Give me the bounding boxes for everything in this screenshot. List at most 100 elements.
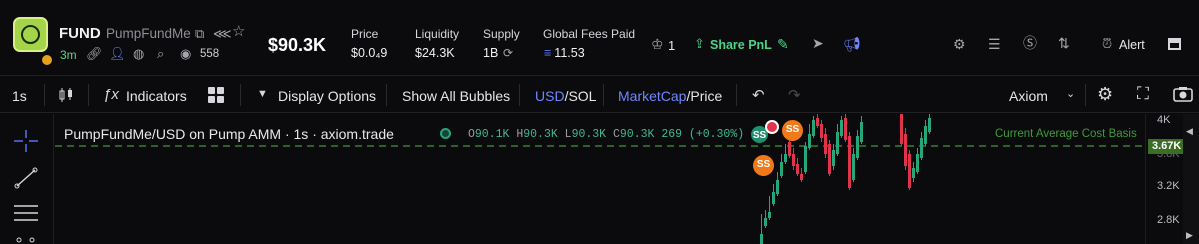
candle-body <box>792 154 795 166</box>
trade-bubble[interactable]: SS <box>782 120 803 141</box>
candle-body <box>816 118 819 126</box>
pin-icon[interactable]: ✎ <box>777 36 789 53</box>
platform-select[interactable]: Axiom <box>1009 88 1048 104</box>
fib-levels-icon[interactable] <box>14 203 38 225</box>
alert-button[interactable]: Alert <box>1119 38 1145 52</box>
telegram-icon[interactable]: ➤ <box>812 36 824 50</box>
camera-icon[interactable] <box>1173 86 1193 102</box>
redo-icon[interactable]: ↷ <box>788 86 801 104</box>
list-icon[interactable]: ☰ <box>988 37 1001 51</box>
candle-body <box>904 134 907 166</box>
share-pnl-icon[interactable]: ⇪ <box>694 36 705 52</box>
candle-body <box>772 192 775 204</box>
caret-down-icon[interactable]: ▼ <box>257 88 268 100</box>
megaphone-icon[interactable]: 📢︎ <box>843 36 861 53</box>
token-ticker: FUND <box>59 25 101 42</box>
function-icon[interactable]: ƒx <box>103 86 119 103</box>
share-icon[interactable]: ⋘ <box>213 27 232 41</box>
crosshair-icon[interactable] <box>14 130 38 152</box>
dollar-icon[interactable]: Ⓢ <box>1023 36 1037 50</box>
trend-line-icon[interactable] <box>14 167 38 189</box>
candle-body <box>852 154 855 180</box>
candle-body <box>764 218 767 226</box>
liquidity-label: Liquidity <box>415 27 460 41</box>
eye-icon: ◉ <box>180 46 192 61</box>
display-options-button[interactable]: Display Options <box>278 88 376 104</box>
crown-icon[interactable]: ♔ <box>651 37 664 51</box>
expand-icon[interactable]: ▶ <box>1186 230 1193 241</box>
price-option[interactable]: Price <box>690 88 722 104</box>
fees-label: Global Fees Paid <box>543 27 636 41</box>
edit-badge-icon[interactable] <box>40 53 54 67</box>
toolbar-divider <box>88 84 89 106</box>
toolbar-divider <box>1085 84 1086 106</box>
candle-body <box>856 136 859 158</box>
candle-body <box>908 154 911 188</box>
token-age: 3m <box>60 48 77 62</box>
candle-body <box>920 138 923 158</box>
market-cap: $90.3K <box>268 35 327 55</box>
token-name[interactable]: PumpFundMe <box>106 26 191 41</box>
user-icon[interactable]: 👤︎ <box>109 47 126 61</box>
star-icon[interactable]: ☆ <box>232 24 245 39</box>
supply-value: 1B <box>483 46 499 60</box>
usd-option[interactable]: USD <box>535 88 565 104</box>
sol-option[interactable]: SOL <box>568 88 596 104</box>
marketcap-option[interactable]: MarketCap <box>618 88 686 104</box>
metric-toggle[interactable]: MarketCap/Price <box>618 88 722 104</box>
currency-toggle[interactable]: USD/SOL <box>535 88 596 104</box>
refresh-icon[interactable]: ⟳ <box>503 46 513 60</box>
candle-body <box>808 134 811 148</box>
token-header <box>0 10 1199 76</box>
candle-body <box>840 120 843 136</box>
candle-body <box>900 114 903 144</box>
chevron-down-icon[interactable]: ⌄ <box>1066 87 1075 100</box>
candle-body <box>784 154 787 162</box>
layout-grid-icon[interactable] <box>208 87 224 103</box>
candles-canvas <box>55 114 1145 244</box>
globe-icon[interactable]: ◍ <box>133 47 144 61</box>
candle-body <box>928 118 931 132</box>
liquidity-value: $24.3K <box>415 46 455 60</box>
supply-label: Supply <box>483 27 520 41</box>
toolbar-divider <box>736 84 737 106</box>
undo-icon[interactable]: ↶ <box>752 86 765 104</box>
top-strip <box>0 0 1199 10</box>
alarm-icon[interactable]: ⏰︎ <box>1102 37 1112 51</box>
toolbar-divider <box>519 84 520 106</box>
axis-label: 2.8K <box>1157 214 1180 226</box>
avatar-bubble[interactable] <box>765 120 779 134</box>
candle-body <box>780 162 783 176</box>
token-avatar[interactable] <box>13 17 48 52</box>
chart-settings-icon[interactable]: ⚙ <box>1097 84 1113 105</box>
candle-body <box>768 212 771 218</box>
show-bubbles-button[interactable]: Show All Bubbles <box>402 88 510 104</box>
settings-icon[interactable]: ⚙ <box>953 37 966 51</box>
collapse-icon[interactable]: ◀ <box>1186 126 1193 137</box>
search-icon[interactable]: ⌕ <box>157 47 164 61</box>
toolbar-divider <box>240 84 241 106</box>
price-value: $0.0₄9 <box>351 46 388 60</box>
pattern-icon[interactable] <box>16 236 36 244</box>
candle-body <box>828 144 831 174</box>
candle-body <box>860 122 863 142</box>
fullscreen-icon[interactable]: ⛶ <box>1137 84 1149 104</box>
candle-body <box>796 164 799 174</box>
candle-body <box>924 126 927 144</box>
candle-body <box>788 142 791 156</box>
crown-count: 1 <box>668 38 676 53</box>
interval-select[interactable]: 1s <box>12 88 27 104</box>
share-pnl-button[interactable]: Share PnL <box>710 38 772 52</box>
copy-icon[interactable]: ⧉ <box>195 27 204 41</box>
candle-body <box>804 146 807 172</box>
axis-label: 4K <box>1157 114 1171 126</box>
link-icon[interactable]: 🔗︎ <box>86 47 103 61</box>
candle-body <box>800 174 803 180</box>
window-icon[interactable] <box>1168 38 1181 50</box>
indicators-button[interactable]: Indicators <box>126 88 187 104</box>
candle-body <box>820 124 823 138</box>
sort-icon[interactable]: ⇅ <box>1058 36 1070 50</box>
candles-icon[interactable] <box>58 87 74 103</box>
toolbar-divider <box>386 84 387 106</box>
trade-bubble[interactable]: SS <box>753 155 774 176</box>
